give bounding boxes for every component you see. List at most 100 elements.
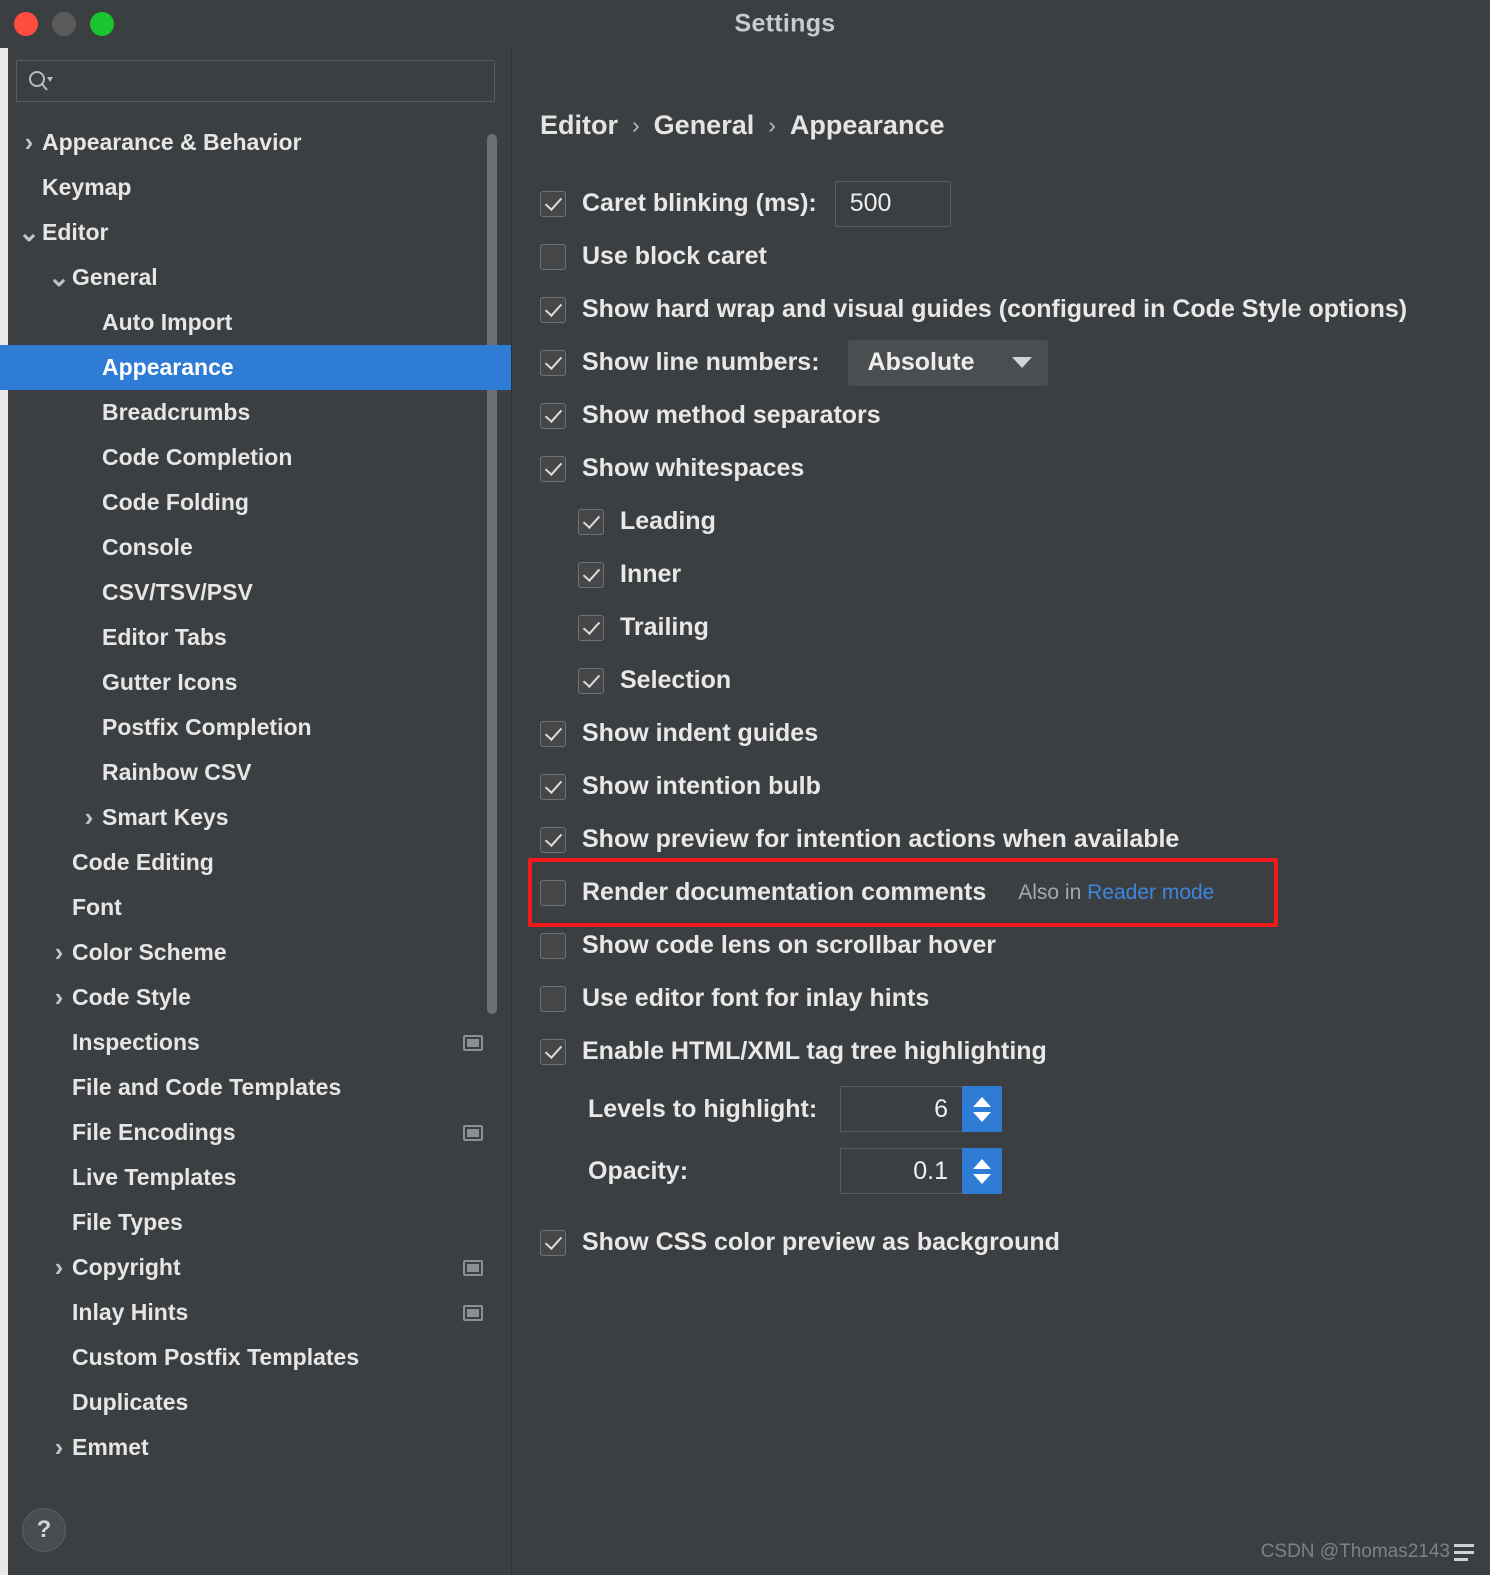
sidebar-item-label: Inlay Hints [72, 1299, 189, 1325]
stepper-down-icon[interactable] [973, 1173, 991, 1184]
sidebar-item-code-editing[interactable]: Code Editing [0, 840, 511, 885]
sidebar-item-auto-import[interactable]: Auto Import [0, 300, 511, 345]
chevron-right-icon[interactable]: › [46, 937, 72, 968]
sidebar-item-duplicates[interactable]: Duplicates [0, 1380, 511, 1425]
help-button[interactable]: ? [22, 1508, 66, 1552]
show-line-numbers-label: Show line numbers: [582, 348, 820, 376]
whitespace-trailing-checkbox[interactable] [578, 614, 604, 641]
stepper-up-icon[interactable] [973, 1096, 991, 1107]
sidebar-item-appearance-behavior[interactable]: › Appearance & Behavior [0, 120, 511, 165]
sidebar-item-font[interactable]: Font [0, 885, 511, 930]
opacity-value[interactable]: 0.1 [840, 1148, 962, 1194]
breadcrumb-item-editor[interactable]: Editor [540, 110, 618, 141]
show-code-lens-checkbox[interactable] [540, 932, 566, 959]
search-container [0, 48, 511, 112]
sidebar-item-inlay-hints[interactable]: Inlay Hints [0, 1290, 511, 1335]
show-method-separators-checkbox[interactable] [540, 402, 566, 429]
sidebar-item-breadcrumbs[interactable]: Breadcrumbs [0, 390, 511, 435]
show-hard-wrap-label: Show hard wrap and visual guides (config… [582, 295, 1408, 323]
show-intention-bulb-checkbox[interactable] [540, 773, 566, 800]
chevron-right-icon[interactable]: › [76, 802, 102, 833]
row-show-hard-wrap: Show hard wrap and visual guides (config… [540, 283, 1490, 336]
sidebar-item-label: Editor [42, 219, 109, 245]
show-line-numbers-checkbox[interactable] [540, 349, 566, 376]
sidebar-item-file-and-code-templates[interactable]: File and Code Templates [0, 1065, 511, 1110]
levels-to-highlight-stepper[interactable]: 6 [840, 1086, 1002, 1132]
chevron-down-icon[interactable]: ⌄ [46, 264, 72, 291]
sidebar-item-smart-keys[interactable]: › Smart Keys [0, 795, 511, 840]
stepper-down-icon[interactable] [973, 1111, 991, 1122]
sidebar-item-label: Auto Import [102, 309, 233, 335]
line-numbers-dropdown[interactable]: Absolute [847, 339, 1048, 386]
chevron-right-icon[interactable]: › [46, 1432, 72, 1463]
sidebar-item-label: Postfix Completion [102, 714, 312, 740]
breadcrumb-item-general[interactable]: General [654, 110, 755, 141]
caret-blinking-checkbox[interactable] [540, 190, 566, 217]
search-box[interactable] [16, 60, 495, 102]
whitespace-selection-checkbox[interactable] [578, 667, 604, 694]
stepper-up-icon[interactable] [973, 1158, 991, 1169]
sidebar-item-copyright[interactable]: › Copyright [0, 1245, 511, 1290]
show-css-color-preview-checkbox[interactable] [540, 1229, 566, 1256]
chevron-right-icon[interactable]: › [16, 127, 42, 158]
settings-tree[interactable]: › Appearance & Behavior Keymap ⌄ Editor ⌄ Gene… [0, 112, 511, 1485]
use-editor-font-inlay-checkbox[interactable] [540, 985, 566, 1012]
sidebar-item-appearance[interactable]: Appearance [0, 345, 511, 390]
settings-scope-icon [463, 1034, 483, 1051]
sidebar-item-general[interactable]: ⌄ General [0, 255, 511, 300]
sidebar-item-editor-tabs[interactable]: Editor Tabs [0, 615, 511, 660]
opacity-stepper[interactable]: 0.1 [840, 1148, 1002, 1194]
sidebar-item-label: Font [72, 894, 122, 920]
chevron-down-icon[interactable]: ⌄ [16, 219, 42, 246]
show-whitespaces-checkbox[interactable] [540, 455, 566, 482]
sidebar-item-rainbow-csv[interactable]: Rainbow CSV [0, 750, 511, 795]
show-hard-wrap-checkbox[interactable] [540, 296, 566, 323]
breadcrumb-item-appearance[interactable]: Appearance [790, 110, 945, 141]
whitespace-leading-checkbox[interactable] [578, 508, 604, 535]
row-use-editor-font-inlay: Use editor font for inlay hints [540, 972, 1490, 1025]
sidebar-item-live-templates[interactable]: Live Templates [0, 1155, 511, 1200]
row-whitespace-inner: Inner [578, 548, 1490, 601]
show-method-separators-label: Show method separators [582, 401, 881, 429]
sidebar-item-label: CSV/TSV/PSV [102, 579, 253, 605]
row-enable-tag-tree: Enable HTML/XML tag tree highlighting [540, 1025, 1490, 1078]
sidebar-item-csv-tsv-psv[interactable]: CSV/TSV/PSV [0, 570, 511, 615]
sidebar-item-code-completion[interactable]: Code Completion [0, 435, 511, 480]
sidebar-item-color-scheme[interactable]: › Color Scheme [0, 930, 511, 975]
sidebar-item-label: Appearance & Behavior [42, 129, 302, 155]
sidebar-item-code-folding[interactable]: Code Folding [0, 480, 511, 525]
sidebar-item-label: Appearance [102, 354, 234, 380]
line-numbers-selected-value: Absolute [867, 348, 975, 376]
watermark-text: CSDN @Thomas2143 [1260, 1541, 1450, 1562]
sidebar-item-custom-postfix-templates[interactable]: Custom Postfix Templates [0, 1335, 511, 1380]
use-block-caret-checkbox[interactable] [540, 243, 566, 270]
chevron-right-icon[interactable]: › [46, 1252, 72, 1283]
sidebar-item-label: Code Folding [102, 489, 249, 515]
window-titlebar: Settings [0, 0, 1490, 48]
opacity-stepper-buttons[interactable] [962, 1148, 1002, 1194]
levels-to-highlight-value[interactable]: 6 [840, 1086, 962, 1132]
opacity-label: Opacity: [588, 1156, 689, 1185]
render-doc-comments-checkbox[interactable] [540, 879, 566, 906]
reader-mode-link[interactable]: Reader mode [1087, 881, 1214, 904]
sidebar-item-keymap[interactable]: Keymap [0, 165, 511, 210]
caret-blinking-input[interactable]: 500 [834, 180, 951, 227]
enable-tag-tree-checkbox[interactable] [540, 1038, 566, 1065]
show-preview-intention-checkbox[interactable] [540, 826, 566, 853]
search-input[interactable] [59, 70, 484, 92]
sidebar-item-postfix-completion[interactable]: Postfix Completion [0, 705, 511, 750]
row-whitespace-leading: Leading [578, 495, 1490, 548]
sidebar-item-code-style[interactable]: › Code Style [0, 975, 511, 1020]
sidebar-item-gutter-icons[interactable]: Gutter Icons [0, 660, 511, 705]
sidebar-item-file-types[interactable]: File Types [0, 1200, 511, 1245]
sidebar-item-label: Code Editing [72, 849, 214, 875]
sidebar-item-emmet[interactable]: › Emmet [0, 1425, 511, 1470]
show-indent-guides-checkbox[interactable] [540, 720, 566, 747]
chevron-right-icon[interactable]: › [46, 982, 72, 1013]
levels-to-highlight-stepper-buttons[interactable] [962, 1086, 1002, 1132]
sidebar-item-inspections[interactable]: Inspections [0, 1020, 511, 1065]
sidebar-item-editor[interactable]: ⌄ Editor [0, 210, 511, 255]
sidebar-item-file-encodings[interactable]: File Encodings [0, 1110, 511, 1155]
whitespace-inner-checkbox[interactable] [578, 561, 604, 588]
sidebar-item-console[interactable]: Console [0, 525, 511, 570]
